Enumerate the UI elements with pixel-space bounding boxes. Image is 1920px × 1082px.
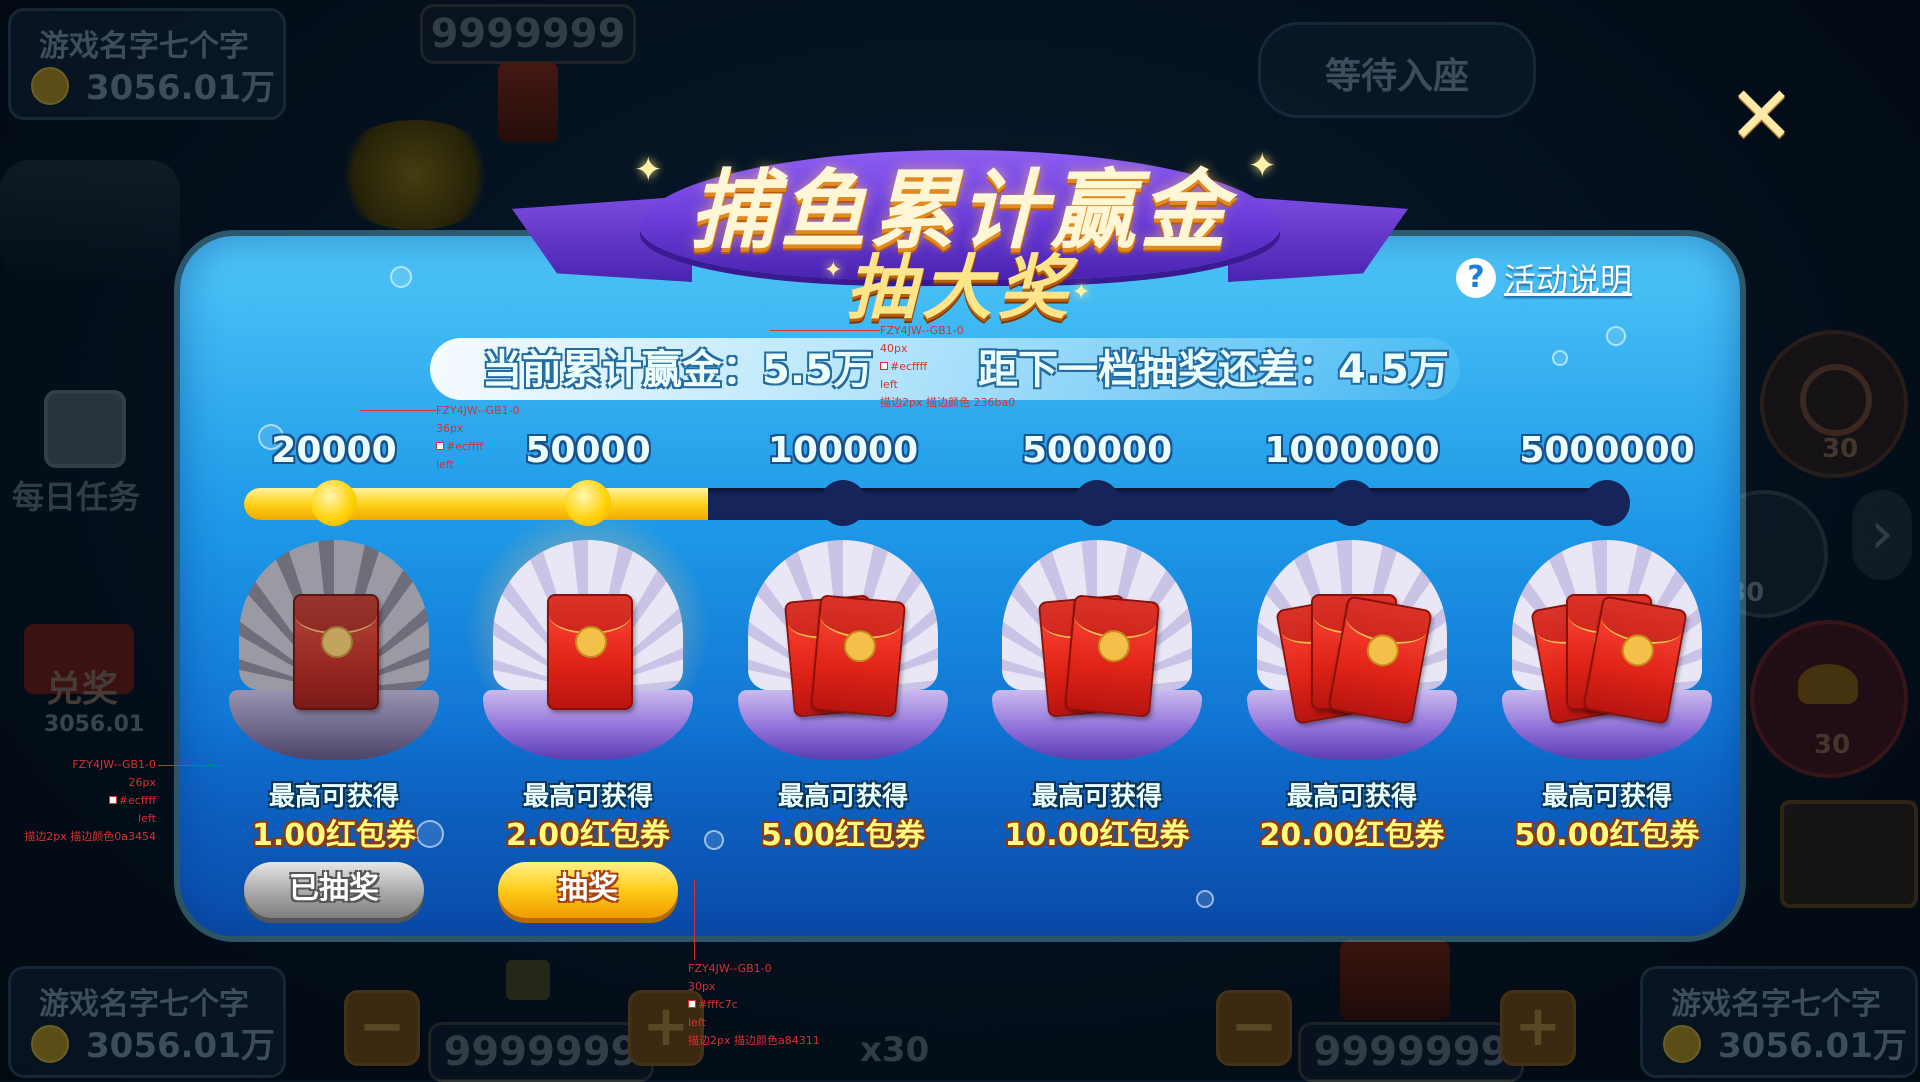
activity-help-link[interactable]: ? 活动说明	[1456, 254, 1632, 302]
bubble	[1552, 350, 1568, 366]
annotation-color: #ecffff	[118, 794, 156, 807]
reward-caption: 最高可获得	[522, 782, 653, 812]
tier-threshold: 100000	[767, 430, 919, 471]
annotation-text: #ecffff	[4, 792, 156, 810]
annotation-text: left	[880, 378, 898, 391]
annotation-button-spec: FZY4JW--GB1-0 30px #fffc7c left 描边2px 描边…	[688, 960, 820, 1050]
annotation-color: #fffc7c	[698, 998, 738, 1011]
red-envelope-icon	[293, 594, 379, 710]
annotation-text: 描边2px 描边颜色a84311	[688, 1034, 820, 1047]
envelope-seal	[1096, 628, 1132, 664]
help-icon: ?	[1456, 258, 1496, 298]
reward-amount: 10.00红包券	[1004, 818, 1190, 853]
bubble	[1196, 890, 1214, 908]
red-envelope-icon	[547, 594, 633, 710]
annotation-text: #ecffff	[880, 358, 1015, 376]
red-envelope-icon	[1063, 594, 1161, 718]
red-envelope-icon	[809, 594, 907, 718]
reward-amount: 5.00红包券	[760, 818, 926, 853]
annotation-line	[770, 330, 880, 331]
annotation-color: #ecffff	[446, 440, 484, 453]
star-icon: ✦	[824, 258, 843, 283]
reward-shell	[1502, 540, 1712, 760]
next-tier-value: 4.5万	[1338, 347, 1449, 393]
envelope-seal	[842, 628, 878, 664]
tier-threshold: 5000000	[1519, 430, 1695, 471]
annotation-text: FZY4JW--GB1-0	[436, 404, 520, 417]
annotation-caption-spec: FZY4JW--GB1-0 26px #ecffff left 描边2px 描边…	[4, 756, 156, 846]
current-winnings-label: 当前累计赢金：	[482, 347, 762, 393]
help-label: 活动说明	[1504, 261, 1633, 299]
reward-caption: 最高可获得	[777, 782, 908, 812]
annotation-line	[360, 410, 436, 411]
reward-amount: 1.00红包券	[251, 818, 417, 853]
reward-caption: 最高可获得	[1031, 782, 1162, 812]
annotation-text: 40px	[880, 342, 908, 355]
envelope-seal	[1619, 631, 1657, 669]
title-sub: 抽大奖	[846, 247, 1074, 329]
annotation-status-spec: FZY4JW--GB1-0 40px #ecffff left 描边2px 描边…	[880, 322, 1015, 412]
reward-amount: 50.00红包券	[1514, 818, 1700, 853]
annotation-text: 26px	[128, 776, 157, 789]
star-icon: ✦	[634, 150, 663, 190]
tier-threshold: 1000000	[1264, 430, 1440, 471]
reward-caption: 最高可获得	[1286, 782, 1417, 812]
star-icon: ✦	[1248, 146, 1277, 186]
progress-node	[820, 480, 866, 526]
progress-node	[1074, 480, 1120, 526]
star-icon: ✦	[1072, 280, 1091, 305]
annotation-line	[158, 765, 214, 766]
draw-button[interactable]: 抽奖	[498, 862, 678, 918]
annotation-text: FZY4JW--GB1-0	[880, 324, 964, 337]
reward-shell	[992, 540, 1202, 760]
annotation-text: 描边2px 描边颜色 236ba0	[880, 396, 1016, 409]
reward-amount: 2.00红包券	[505, 818, 671, 853]
current-winnings-value: 5.5万	[762, 347, 873, 393]
annotation-text: #fffc7c	[688, 996, 820, 1014]
reward-caption: 最高可获得	[268, 782, 399, 812]
annotation-text: left	[688, 1016, 706, 1029]
envelope-seal	[321, 626, 353, 658]
next-tier-label: 距下一档抽奖还差：	[978, 347, 1338, 393]
annotation-text: 描边2px 描边颜色0a3454	[24, 830, 156, 843]
annotation-text: left	[436, 458, 454, 471]
tier-threshold: 20000	[271, 430, 397, 471]
reward-amount: 20.00红包券	[1259, 818, 1445, 853]
progress-node	[1329, 480, 1375, 526]
claimed-button[interactable]: 已抽奖	[244, 862, 424, 918]
annotation-color: #ecffff	[890, 360, 928, 373]
bubble	[1606, 326, 1626, 346]
reward-shell	[463, 510, 713, 760]
bubble	[390, 266, 412, 288]
annotation-text: FZY4JW--GB1-0	[688, 962, 772, 975]
reward-shell	[738, 540, 948, 760]
reward-shell	[229, 540, 439, 760]
envelope-seal	[575, 626, 607, 658]
annotation-line	[694, 880, 695, 960]
annotation-text: left	[138, 812, 156, 825]
progress-node	[311, 480, 357, 526]
reward-shell	[1247, 540, 1457, 760]
tier-threshold: 500000	[1021, 430, 1173, 471]
close-icon[interactable]: ✕	[1728, 76, 1795, 156]
annotation-text: FZY4JW--GB1-0	[72, 758, 156, 771]
progress-node	[1584, 480, 1630, 526]
reward-caption: 最高可获得	[1541, 782, 1672, 812]
annotation-tier-spec: FZY4JW--GB1-0 36px #ecffff left	[436, 402, 520, 474]
annotation-text: #ecffff	[436, 438, 520, 456]
envelope-seal	[1364, 631, 1402, 669]
annotation-text: 36px	[436, 422, 464, 435]
annotation-text: 30px	[688, 980, 716, 993]
